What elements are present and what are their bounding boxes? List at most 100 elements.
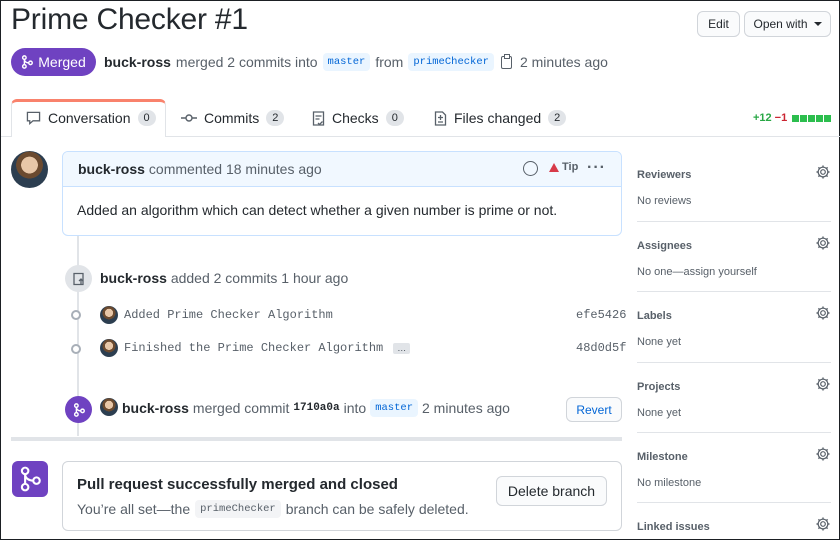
revert-button[interactable]: Revert xyxy=(566,397,622,422)
diffstat-block xyxy=(792,114,800,122)
edit-button[interactable]: Edit xyxy=(697,11,740,37)
sidebar-divider xyxy=(637,362,831,363)
gear-icon[interactable] xyxy=(815,164,831,180)
tip-button[interactable]: Tip xyxy=(549,161,578,173)
timeline-separator xyxy=(11,437,622,441)
repo-push-icon xyxy=(65,265,92,292)
sidebar-title[interactable]: Milestone xyxy=(637,451,831,463)
open-with-label: Open with xyxy=(753,17,808,31)
tab-counter: 2 xyxy=(548,110,567,126)
diffstat: +12 −1 xyxy=(753,112,832,124)
commit-icon xyxy=(181,114,197,122)
tip-label: Tip xyxy=(562,161,579,173)
merged-text: merged 2 commits into xyxy=(175,54,318,70)
sidebar-projects: Projects None yet xyxy=(637,377,831,419)
event-text: added 2 commits 1 hour ago xyxy=(170,270,349,286)
gear-icon[interactable] xyxy=(815,235,831,251)
commit-node xyxy=(71,310,81,320)
sidebar-title[interactable]: Linked issues xyxy=(637,521,831,533)
tab-commits[interactable]: Commits 2 xyxy=(181,105,285,131)
comment-box: buck-ross commented 18 minutes ago Added… xyxy=(62,151,622,236)
sidebar-divider xyxy=(637,432,831,433)
event-author[interactable]: buck-ross xyxy=(100,270,167,286)
merge-status-title: Pull request successfully merged and clo… xyxy=(77,476,398,493)
clipboard-icon[interactable] xyxy=(500,53,512,69)
commit-row: Finished the Prime Checker Algorithm … xyxy=(124,341,411,355)
sidebar-linked-issues: Linked issues xyxy=(637,517,831,533)
into-text: into xyxy=(343,400,367,416)
base-branch[interactable]: master xyxy=(370,399,418,417)
sidebar-reviewers: Reviewers No reviews xyxy=(637,165,831,207)
commit-message[interactable]: Finished the Prime Checker Algorithm xyxy=(124,341,383,355)
merge-status-subtitle: You’re all set—the primeChecker branch c… xyxy=(77,500,469,518)
sidebar-title[interactable]: Projects xyxy=(637,381,831,393)
tab-counter: 0 xyxy=(385,110,404,126)
subtitle-suffix: branch can be safely deleted. xyxy=(285,501,469,517)
tab-label: Commits xyxy=(204,110,260,126)
sidebar-divider xyxy=(637,291,831,292)
delete-branch-button[interactable]: Delete branch xyxy=(496,476,607,506)
diffstat-block xyxy=(808,114,816,122)
kebab-menu-icon[interactable]: ··· xyxy=(587,159,606,177)
merge-sha[interactable]: 1710a0a xyxy=(293,402,339,414)
base-branch[interactable]: master xyxy=(322,53,371,71)
gear-icon[interactable] xyxy=(815,376,831,392)
event-text: merged commit xyxy=(192,400,290,416)
deletions-count: −1 xyxy=(774,112,788,124)
sidebar-labels: Labels None yet xyxy=(637,306,831,348)
tab-counter: 0 xyxy=(137,110,156,126)
merge-meta: buck-ross merged 2 commits into master f… xyxy=(104,53,608,71)
sidebar-title[interactable]: Labels xyxy=(637,310,831,322)
diffstat-block xyxy=(824,114,832,122)
sidebar-value: None yet xyxy=(637,336,682,348)
merged-time: 2 minutes ago xyxy=(519,54,608,70)
tab-counter: 2 xyxy=(266,110,285,126)
avatar[interactable] xyxy=(11,151,48,188)
author-link[interactable]: buck-ross xyxy=(104,54,171,70)
head-branch[interactable]: primeChecker xyxy=(408,53,494,71)
sidebar-title[interactable]: Reviewers xyxy=(637,169,831,181)
avatar[interactable] xyxy=(100,339,118,357)
tab-conversation[interactable]: Conversation 0 xyxy=(26,105,156,131)
sidebar-assignees: Assignees No one—assign yourself xyxy=(637,236,831,278)
status-badge-label: Merged xyxy=(38,54,86,70)
from-text: from xyxy=(375,54,404,70)
gear-icon[interactable] xyxy=(815,516,831,532)
tab-label: Checks xyxy=(332,110,379,126)
gear-icon[interactable] xyxy=(815,446,831,462)
commit-sha[interactable]: 48d0d5f xyxy=(576,341,626,355)
sidebar-title[interactable]: Assignees xyxy=(637,240,831,252)
commit-message[interactable]: Added Prime Checker Algorithm xyxy=(124,308,333,322)
tab-files-changed[interactable]: Files changed 2 xyxy=(434,105,567,131)
comment-meta[interactable]: commented 18 minutes ago xyxy=(149,161,322,177)
diffstat-blocks xyxy=(792,114,832,122)
tab-checks[interactable]: Checks 0 xyxy=(312,105,404,131)
head-branch[interactable]: primeChecker xyxy=(195,500,281,518)
comment-author[interactable]: buck-ross xyxy=(78,161,145,177)
open-with-button[interactable]: Open with xyxy=(744,11,831,37)
tab-label: Files changed xyxy=(454,110,542,126)
sidebar-value: No reviews xyxy=(637,195,692,207)
emoji-reaction-icon[interactable] xyxy=(523,161,538,176)
event-author[interactable]: buck-ross xyxy=(122,400,189,416)
merge-event-icon xyxy=(65,396,92,423)
expand-ellipsis-button[interactable]: … xyxy=(393,342,411,354)
sidebar-milestone: Milestone No milestone xyxy=(637,447,831,489)
sidebar-divider xyxy=(637,502,831,503)
commits-event: buck-ross added 2 commits 1 hour ago xyxy=(100,270,348,286)
merge-event: buck-ross merged commit 1710a0a into mas… xyxy=(122,399,510,417)
comment-body: Added an algorithm which can detect whet… xyxy=(77,202,558,218)
merge-icon xyxy=(22,55,34,69)
merge-time[interactable]: 2 minutes ago xyxy=(422,400,510,416)
avatar[interactable] xyxy=(100,398,118,416)
sidebar-value[interactable]: No one—assign yourself xyxy=(637,266,831,278)
gear-icon[interactable] xyxy=(815,305,831,321)
tab-label: Conversation xyxy=(48,110,131,126)
sidebar-value: None yet xyxy=(637,407,682,419)
subtitle-prefix: You’re all set—the xyxy=(77,501,191,517)
diffstat-block xyxy=(800,114,808,122)
caret-down-icon xyxy=(813,22,822,26)
avatar[interactable] xyxy=(100,306,118,324)
sidebar-divider xyxy=(637,221,831,222)
commit-sha[interactable]: efe5426 xyxy=(576,308,626,322)
